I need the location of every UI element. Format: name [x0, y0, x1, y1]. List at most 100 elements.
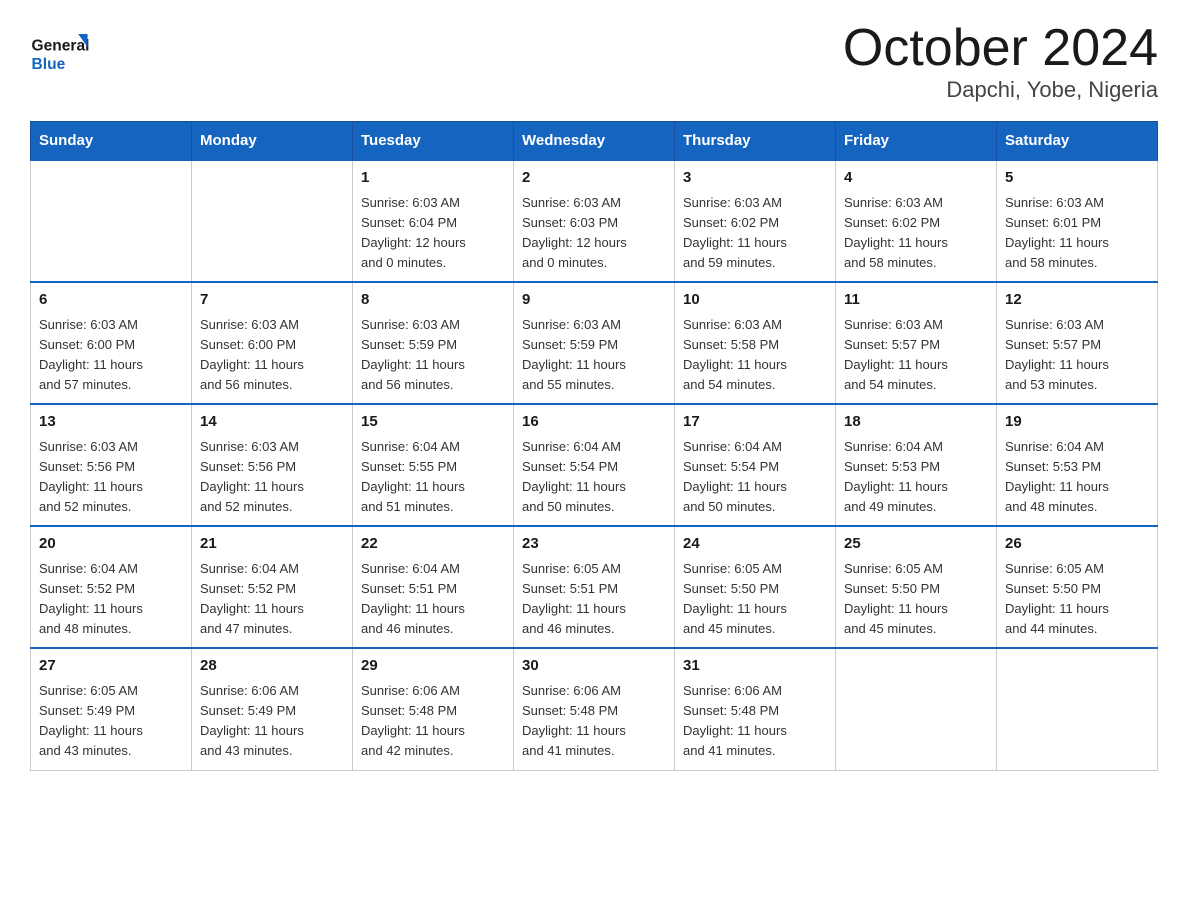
day-info: Sunrise: 6:03 AMSunset: 5:59 PMDaylight:… [522, 315, 666, 396]
day-info: Sunrise: 6:04 AMSunset: 5:54 PMDaylight:… [522, 437, 666, 518]
day-info: Sunrise: 6:06 AMSunset: 5:48 PMDaylight:… [683, 681, 827, 762]
day-info: Sunrise: 6:03 AMSunset: 6:02 PMDaylight:… [844, 193, 988, 274]
day-info: Sunrise: 6:05 AMSunset: 5:50 PMDaylight:… [1005, 559, 1149, 640]
day-info: Sunrise: 6:03 AMSunset: 5:58 PMDaylight:… [683, 315, 827, 396]
calendar-cell: 25 Sunrise: 6:05 AMSunset: 5:50 PMDayligh… [836, 526, 997, 648]
day-number: 30 [522, 655, 666, 678]
day-info: Sunrise: 6:03 AMSunset: 6:04 PMDaylight:… [361, 193, 505, 274]
page-header: General Blue October 2024 Dapchi, Yobe, … [30, 20, 1158, 103]
day-number: 17 [683, 411, 827, 434]
calendar-cell: 5 Sunrise: 6:03 AMSunset: 6:01 PMDaylight… [997, 160, 1158, 282]
column-header-friday: Friday [836, 122, 997, 161]
calendar-cell: 12 Sunrise: 6:03 AMSunset: 5:57 PMDayligh… [997, 282, 1158, 404]
calendar-cell: 6 Sunrise: 6:03 AMSunset: 6:00 PMDaylight… [31, 282, 192, 404]
calendar-cell: 11 Sunrise: 6:03 AMSunset: 5:57 PMDayligh… [836, 282, 997, 404]
calendar-cell: 8 Sunrise: 6:03 AMSunset: 5:59 PMDaylight… [353, 282, 514, 404]
logo-icon: General Blue [30, 26, 100, 81]
column-header-sunday: Sunday [31, 122, 192, 161]
calendar-cell: 15Sunrise: 6:04 AMSunset: 5:55 PMDayligh… [353, 404, 514, 526]
calendar-header: SundayMondayTuesdayWednesdayThursdayFrid… [31, 122, 1158, 161]
day-number: 16 [522, 411, 666, 434]
calendar-cell: 24Sunrise: 6:05 AMSunset: 5:50 PMDayligh… [675, 526, 836, 648]
day-number: 3 [683, 167, 827, 190]
day-info: Sunrise: 6:03 AMSunset: 5:57 PMDaylight:… [844, 315, 988, 396]
day-number: 28 [200, 655, 344, 678]
day-info: Sunrise: 6:04 AMSunset: 5:53 PMDaylight:… [844, 437, 988, 518]
calendar-cell: 29 Sunrise: 6:06 AMSunset: 5:48 PMDayligh… [353, 648, 514, 770]
day-info: Sunrise: 6:05 AMSunset: 5:50 PMDaylight:… [844, 559, 988, 640]
day-info: Sunrise: 6:03 AMSunset: 5:56 PMDaylight:… [39, 437, 183, 518]
calendar-cell: 21Sunrise: 6:04 AMSunset: 5:52 PMDayligh… [192, 526, 353, 648]
calendar-cell [192, 160, 353, 282]
day-number: 27 [39, 655, 183, 678]
day-number: 2 [522, 167, 666, 190]
day-number: 18 [844, 411, 988, 434]
day-info: Sunrise: 6:05 AMSunset: 5:51 PMDaylight:… [522, 559, 666, 640]
column-header-monday: Monday [192, 122, 353, 161]
calendar-cell: 17 Sunrise: 6:04 AMSunset: 5:54 PMDayligh… [675, 404, 836, 526]
calendar-cell: 4Sunrise: 6:03 AMSunset: 6:02 PMDaylight… [836, 160, 997, 282]
calendar-cell: 10Sunrise: 6:03 AMSunset: 5:58 PMDayligh… [675, 282, 836, 404]
calendar-cell: 20Sunrise: 6:04 AMSunset: 5:52 PMDayligh… [31, 526, 192, 648]
day-number: 15 [361, 411, 505, 434]
day-number: 8 [361, 289, 505, 312]
day-number: 19 [1005, 411, 1149, 434]
day-number: 1 [361, 167, 505, 190]
day-number: 21 [200, 533, 344, 556]
calendar-cell [836, 648, 997, 770]
day-info: Sunrise: 6:04 AMSunset: 5:51 PMDaylight:… [361, 559, 505, 640]
calendar-cell: 18 Sunrise: 6:04 AMSunset: 5:53 PMDayligh… [836, 404, 997, 526]
calendar-cell: 22Sunrise: 6:04 AMSunset: 5:51 PMDayligh… [353, 526, 514, 648]
day-info: Sunrise: 6:06 AMSunset: 5:49 PMDaylight:… [200, 681, 344, 762]
calendar-cell: 13 Sunrise: 6:03 AMSunset: 5:56 PMDayligh… [31, 404, 192, 526]
calendar-cell: 28 Sunrise: 6:06 AMSunset: 5:49 PMDayligh… [192, 648, 353, 770]
column-header-thursday: Thursday [675, 122, 836, 161]
day-info: Sunrise: 6:05 AMSunset: 5:49 PMDaylight:… [39, 681, 183, 762]
svg-text:General: General [32, 37, 90, 54]
day-info: Sunrise: 6:03 AMSunset: 5:57 PMDaylight:… [1005, 315, 1149, 396]
day-info: Sunrise: 6:06 AMSunset: 5:48 PMDaylight:… [522, 681, 666, 762]
day-info: Sunrise: 6:06 AMSunset: 5:48 PMDaylight:… [361, 681, 505, 762]
column-header-saturday: Saturday [997, 122, 1158, 161]
day-number: 9 [522, 289, 666, 312]
calendar-cell: 3 Sunrise: 6:03 AMSunset: 6:02 PMDaylight… [675, 160, 836, 282]
calendar-week-4: 20Sunrise: 6:04 AMSunset: 5:52 PMDayligh… [31, 526, 1158, 648]
page-subtitle: Dapchi, Yobe, Nigeria [843, 77, 1158, 103]
day-number: 29 [361, 655, 505, 678]
calendar-week-1: 1 Sunrise: 6:03 AMSunset: 6:04 PMDaylight… [31, 160, 1158, 282]
day-info: Sunrise: 6:03 AMSunset: 6:01 PMDaylight:… [1005, 193, 1149, 274]
calendar-cell: 7Sunrise: 6:03 AMSunset: 6:00 PMDaylight… [192, 282, 353, 404]
calendar-cell [997, 648, 1158, 770]
day-info: Sunrise: 6:03 AMSunset: 5:59 PMDaylight:… [361, 315, 505, 396]
day-number: 13 [39, 411, 183, 434]
calendar-cell: 9 Sunrise: 6:03 AMSunset: 5:59 PMDaylight… [514, 282, 675, 404]
calendar-cell: 26 Sunrise: 6:05 AMSunset: 5:50 PMDayligh… [997, 526, 1158, 648]
calendar-cell: 27 Sunrise: 6:05 AMSunset: 5:49 PMDayligh… [31, 648, 192, 770]
calendar-week-5: 27 Sunrise: 6:05 AMSunset: 5:49 PMDayligh… [31, 648, 1158, 770]
day-number: 31 [683, 655, 827, 678]
day-number: 11 [844, 289, 988, 312]
day-number: 26 [1005, 533, 1149, 556]
calendar-body: 1 Sunrise: 6:03 AMSunset: 6:04 PMDaylight… [31, 160, 1158, 770]
day-number: 12 [1005, 289, 1149, 312]
day-number: 5 [1005, 167, 1149, 190]
calendar-cell: 31 Sunrise: 6:06 AMSunset: 5:48 PMDayligh… [675, 648, 836, 770]
calendar-cell [31, 160, 192, 282]
day-info: Sunrise: 6:03 AMSunset: 6:03 PMDaylight:… [522, 193, 666, 274]
day-number: 7 [200, 289, 344, 312]
page-title: October 2024 [843, 20, 1158, 77]
calendar-cell: 1 Sunrise: 6:03 AMSunset: 6:04 PMDaylight… [353, 160, 514, 282]
day-info: Sunrise: 6:04 AMSunset: 5:52 PMDaylight:… [39, 559, 183, 640]
day-number: 23 [522, 533, 666, 556]
day-info: Sunrise: 6:03 AMSunset: 6:00 PMDaylight:… [39, 315, 183, 396]
calendar-cell: 30 Sunrise: 6:06 AMSunset: 5:48 PMDayligh… [514, 648, 675, 770]
header-row: SundayMondayTuesdayWednesdayThursdayFrid… [31, 122, 1158, 161]
day-info: Sunrise: 6:05 AMSunset: 5:50 PMDaylight:… [683, 559, 827, 640]
calendar-cell: 23 Sunrise: 6:05 AMSunset: 5:51 PMDayligh… [514, 526, 675, 648]
calendar-cell: 16 Sunrise: 6:04 AMSunset: 5:54 PMDayligh… [514, 404, 675, 526]
day-number: 6 [39, 289, 183, 312]
day-info: Sunrise: 6:03 AMSunset: 6:02 PMDaylight:… [683, 193, 827, 274]
calendar-week-3: 13 Sunrise: 6:03 AMSunset: 5:56 PMDayligh… [31, 404, 1158, 526]
day-number: 25 [844, 533, 988, 556]
day-info: Sunrise: 6:04 AMSunset: 5:54 PMDaylight:… [683, 437, 827, 518]
